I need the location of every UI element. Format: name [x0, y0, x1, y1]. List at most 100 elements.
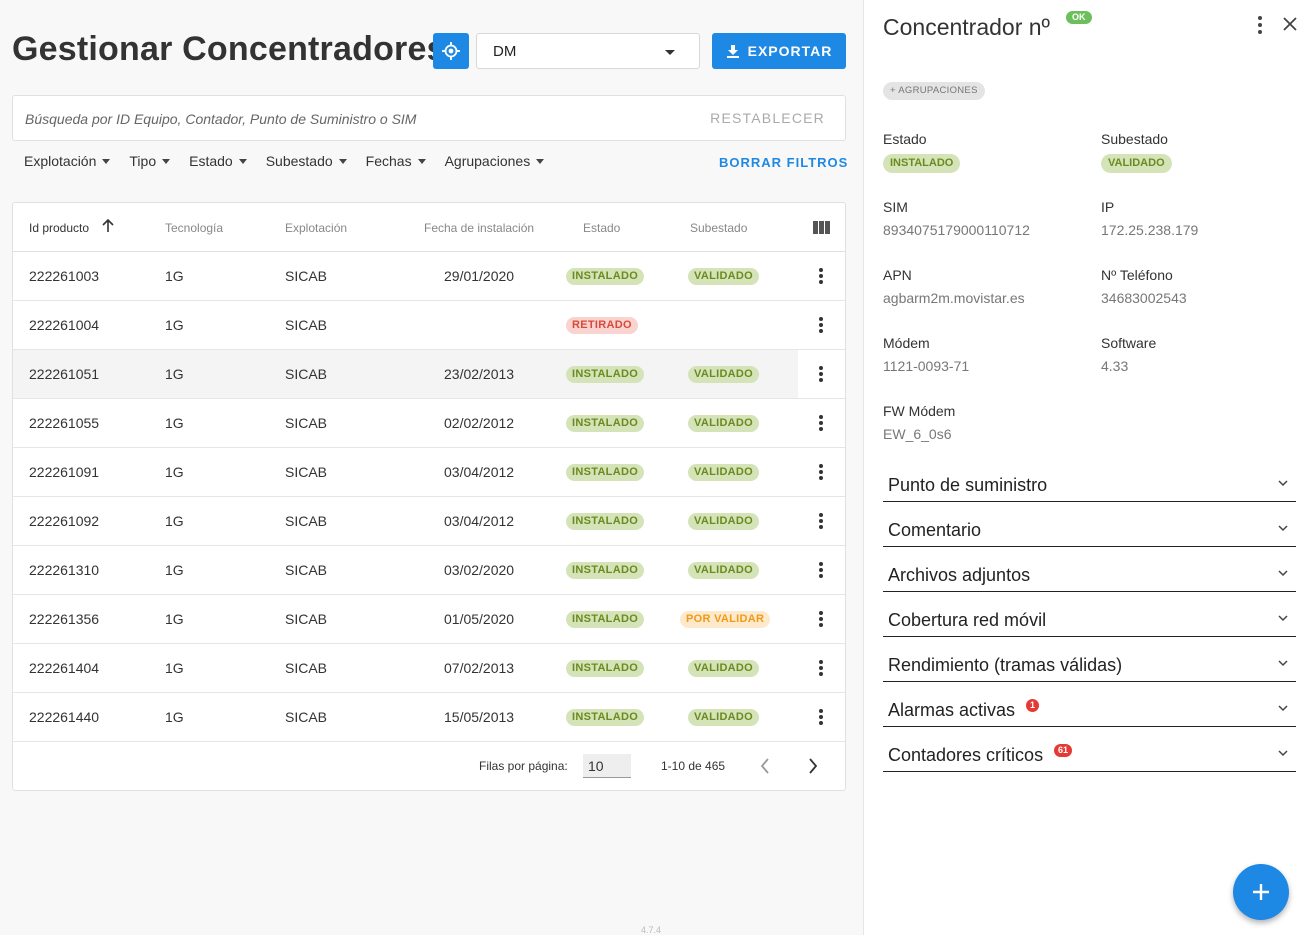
- subestado-badge: VALIDADO: [688, 415, 760, 432]
- table-row[interactable]: 222261004 1G SICAB RETIRADO: [13, 301, 845, 350]
- export-button[interactable]: EXPORTAR: [712, 33, 846, 69]
- fw-modem-value: EW_6_0s6: [883, 426, 952, 442]
- table-row[interactable]: 222261003 1G SICAB 29/01/2020 INSTALADO VALID…: [13, 252, 845, 301]
- cell-fecha: 03/04/2012: [444, 513, 515, 529]
- close-icon[interactable]: [1282, 16, 1298, 32]
- cell-id: 222261051: [29, 366, 100, 382]
- subestado-badge: VALIDADO: [688, 562, 760, 579]
- count-badge: 61: [1054, 744, 1073, 757]
- cell-id: 222261310: [29, 562, 100, 578]
- filter-label: Estado: [189, 153, 233, 169]
- filter-agrupaciones[interactable]: Agrupaciones: [445, 153, 545, 169]
- apn-value: agbarm2m.movistar.es: [883, 290, 1025, 306]
- estado-badge: RETIRADO: [566, 317, 638, 334]
- section-rendimiento-tramas-válidas-[interactable]: Rendimiento (tramas válidas): [883, 646, 1296, 682]
- section-comentario[interactable]: Comentario: [883, 511, 1296, 547]
- filter-estado[interactable]: Estado: [189, 153, 247, 169]
- cell-fecha: 07/02/2013: [444, 660, 515, 676]
- section-alarmas-activas[interactable]: Alarmas activas 1: [883, 691, 1296, 727]
- estado-badge: INSTALADO: [566, 562, 645, 579]
- column-header-estado[interactable]: Estado: [583, 221, 620, 235]
- more-vert-icon[interactable]: [813, 609, 829, 629]
- column-header-subestado[interactable]: Subestado: [690, 221, 747, 235]
- more-vert-icon[interactable]: [813, 413, 829, 433]
- ip-value: 172.25.238.179: [1101, 222, 1199, 238]
- section-punto-de-suministro[interactable]: Punto de suministro: [883, 466, 1296, 502]
- subestado-badge: VALIDADO: [688, 709, 760, 726]
- cell-id: 222261092: [29, 513, 100, 529]
- section-archivos-adjuntos[interactable]: Archivos adjuntos: [883, 556, 1296, 592]
- modem-value: 1121-0093-71: [883, 358, 970, 374]
- apn-label: APN: [883, 267, 912, 283]
- caret-down-icon: [238, 158, 247, 164]
- table-row[interactable]: 222261440 1G SICAB 15/05/2013 INSTALADO VALID…: [13, 693, 845, 742]
- add-button[interactable]: [1233, 864, 1289, 920]
- more-vert-icon[interactable]: [813, 511, 829, 531]
- chevron-left-icon[interactable]: [759, 756, 771, 776]
- filter-label: Explotación: [24, 153, 97, 169]
- search-input[interactable]: [25, 108, 645, 130]
- cell-fecha: 29/01/2020: [444, 268, 515, 284]
- column-header-explotacion[interactable]: Explotación: [285, 221, 347, 235]
- table-row[interactable]: 222261092 1G SICAB 03/04/2012 INSTALADO VALID…: [13, 497, 845, 546]
- estado-label: Estado: [883, 131, 927, 147]
- cell-explotacion: SICAB: [285, 268, 328, 284]
- column-header-id[interactable]: Id producto: [29, 221, 89, 235]
- more-vert-icon[interactable]: [813, 658, 829, 678]
- table-row[interactable]: 222261051 1G SICAB 23/02/2013 INSTALADO VALID…: [13, 350, 845, 399]
- caret-down-icon: [338, 158, 347, 164]
- sim-value: 8934075179000110712: [883, 222, 1030, 238]
- arrow-up-icon[interactable]: [101, 219, 115, 233]
- chevron-down-icon: [1278, 660, 1288, 667]
- cell-explotacion: SICAB: [285, 709, 328, 725]
- more-vert-icon[interactable]: [813, 364, 829, 384]
- cell-explotacion: SICAB: [285, 464, 328, 480]
- filter-explotacion[interactable]: Explotación: [24, 153, 111, 169]
- chevron-right-icon[interactable]: [807, 756, 819, 776]
- reset-button[interactable]: RESTABLECER: [710, 110, 825, 126]
- more-vert-icon[interactable]: [813, 266, 829, 286]
- column-header-tecnologia[interactable]: Tecnología: [165, 221, 223, 235]
- more-vert-icon[interactable]: [813, 315, 829, 335]
- section-cobertura-red-móvil[interactable]: Cobertura red móvil: [883, 601, 1296, 637]
- column-header-fecha[interactable]: Fecha de instalación: [424, 221, 534, 235]
- more-vert-icon[interactable]: [813, 560, 829, 580]
- software-label: Software: [1101, 335, 1157, 351]
- crosshair-icon: [442, 42, 460, 60]
- subestado-badge: VALIDADO: [688, 268, 760, 285]
- more-vert-icon[interactable]: [1256, 16, 1264, 34]
- cell-tecnologia: 1G: [165, 317, 184, 333]
- clear-filters-button[interactable]: BORRAR FILTROS: [719, 155, 848, 170]
- rows-per-page-label: Filas por página:: [479, 759, 568, 773]
- more-vert-icon[interactable]: [813, 707, 829, 727]
- table-row[interactable]: 222261356 1G SICAB 01/05/2020 INSTALADO POR V…: [13, 595, 845, 644]
- cell-tecnologia: 1G: [165, 709, 184, 725]
- download-icon: [726, 45, 739, 58]
- table-row[interactable]: 222261091 1G SICAB 03/04/2012 INSTALADO VALID…: [13, 448, 845, 497]
- filter-fechas[interactable]: Fechas: [366, 153, 426, 169]
- telefono-label: Nº Teléfono: [1101, 267, 1173, 283]
- cell-id: 222261404: [29, 660, 100, 676]
- export-label: EXPORTAR: [747, 43, 833, 59]
- caret-down-icon: [665, 50, 675, 55]
- table-row[interactable]: 222261310 1G SICAB 03/02/2020 INSTALADO VALID…: [13, 546, 845, 595]
- table-row[interactable]: 222261404 1G SICAB 07/02/2013 INSTALADO VALID…: [13, 644, 845, 693]
- section-contadores-críticos[interactable]: Contadores críticos 61: [883, 736, 1296, 772]
- more-vert-icon[interactable]: [813, 462, 829, 482]
- cell-fecha: 15/05/2013: [444, 709, 515, 725]
- view-columns-icon[interactable]: [813, 221, 830, 234]
- sim-label: SIM: [883, 199, 908, 215]
- pagination: Filas por página: 10 1-10 de 465: [13, 742, 845, 790]
- filter-subestado[interactable]: Subestado: [266, 153, 347, 169]
- rows-per-page-select[interactable]: 10: [583, 754, 631, 778]
- subestado-badge: VALIDADO: [1101, 154, 1172, 173]
- cell-id: 222261055: [29, 415, 100, 431]
- agrupaciones-chip[interactable]: + AGRUPACIONES: [883, 82, 985, 100]
- cell-id: 222261091: [29, 464, 100, 480]
- explotacion-select[interactable]: DM: [476, 33, 700, 69]
- filter-tipo[interactable]: Tipo: [129, 153, 171, 169]
- table-row[interactable]: 222261055 1G SICAB 02/02/2012 INSTALADO VALID…: [13, 399, 845, 448]
- cell-tecnologia: 1G: [165, 464, 184, 480]
- locate-button[interactable]: [433, 33, 469, 69]
- explotacion-select-value: DM: [493, 42, 517, 60]
